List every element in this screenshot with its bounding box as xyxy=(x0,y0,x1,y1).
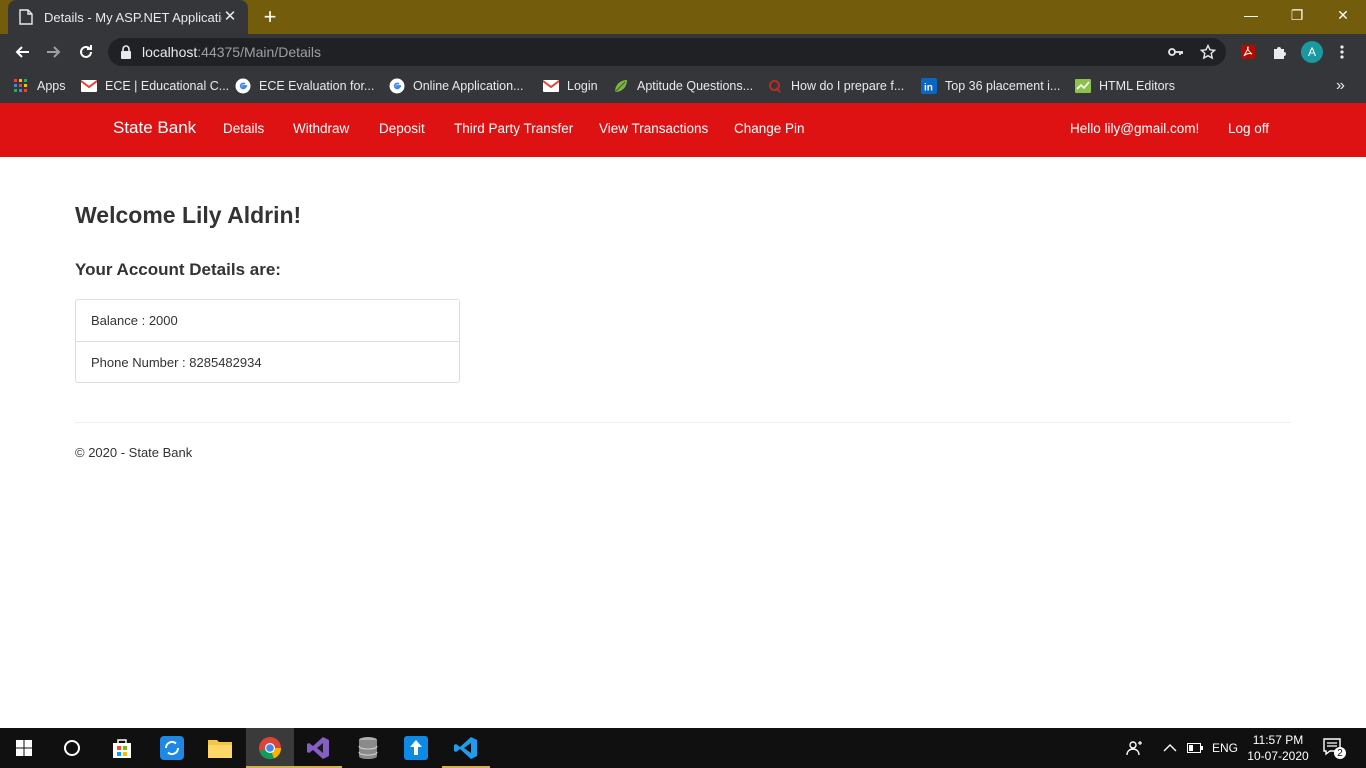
microsoft-store-icon[interactable] xyxy=(98,728,146,768)
bookmark-ece-evaluation[interactable]: ECE Evaluation for... xyxy=(235,76,374,96)
system-clock[interactable]: 11:57 PM 10-07-2020 xyxy=(1246,732,1310,764)
gmail-icon xyxy=(543,78,559,94)
bookmark-label: ECE | Educational C... xyxy=(105,79,230,93)
notification-center-icon[interactable]: 2 xyxy=(1322,728,1346,768)
sync-app-icon[interactable] xyxy=(148,728,196,768)
pdf-extension-icon[interactable] xyxy=(1238,42,1258,62)
browser-tab[interactable]: Details - My ASP.NET Application ✕ xyxy=(8,0,248,34)
balance-item: Balance : 2000 xyxy=(91,313,178,328)
phone-number-item: Phone Number : 8285482934 xyxy=(76,341,459,382)
bookmark-online-application[interactable]: Online Application... xyxy=(389,76,524,96)
maximize-button[interactable]: ❐ xyxy=(1274,0,1320,30)
bookmark-label: Login xyxy=(567,79,598,93)
chart-icon xyxy=(1075,78,1091,94)
database-icon[interactable] xyxy=(344,728,392,768)
forward-icon[interactable] xyxy=(42,40,66,64)
key-icon[interactable] xyxy=(1166,42,1186,62)
window-close-button[interactable]: ✕ xyxy=(1320,0,1366,30)
visual-studio-icon[interactable] xyxy=(294,728,342,768)
bookmark-ece-educational[interactable]: ECE | Educational C... xyxy=(81,76,229,96)
people-icon[interactable] xyxy=(1126,728,1144,768)
battery-icon[interactable] xyxy=(1187,728,1203,768)
brand-link[interactable]: State Bank xyxy=(113,118,196,138)
apps-grid-icon xyxy=(13,78,29,94)
language-indicator[interactable]: ENG xyxy=(1212,728,1238,768)
bookmark-apps[interactable]: Apps xyxy=(13,76,66,96)
nav-link-details[interactable]: Details xyxy=(223,121,264,136)
profile-avatar[interactable]: A xyxy=(1301,41,1323,63)
page-icon xyxy=(18,9,34,25)
bookmark-label: Online Application... xyxy=(413,79,524,93)
google-icon xyxy=(235,78,251,94)
welcome-heading: Welcome Lily Aldrin! xyxy=(75,202,302,228)
bookmark-star-icon[interactable] xyxy=(1198,42,1218,62)
footer-divider xyxy=(75,422,1291,423)
reload-icon[interactable] xyxy=(74,40,98,64)
nav-link-deposit[interactable]: Deposit xyxy=(379,121,425,136)
bookmark-label: Top 36 placement i... xyxy=(945,79,1061,93)
bookmark-how-do-i-prepare[interactable]: How do I prepare f... xyxy=(767,76,904,96)
notification-count-badge: 2 xyxy=(1337,748,1343,759)
nav-link-view-transactions[interactable]: View Transactions xyxy=(599,121,708,136)
account-details-heading: Your Account Details are: xyxy=(75,260,281,279)
svg-text:in: in xyxy=(924,83,933,94)
nav-link-change-pin[interactable]: Change Pin xyxy=(734,121,805,136)
chevron-up-icon[interactable] xyxy=(1163,728,1177,768)
clock-time: 11:57 PM xyxy=(1252,733,1304,747)
bookmark-top-36-placement[interactable]: in Top 36 placement i... xyxy=(921,76,1060,96)
nav-link-third-party-transfer[interactable]: Third Party Transfer xyxy=(454,121,573,136)
upload-app-icon[interactable] xyxy=(392,728,440,768)
windows-start-icon[interactable] xyxy=(0,728,48,768)
back-icon[interactable] xyxy=(10,40,34,64)
file-explorer-icon[interactable] xyxy=(196,728,244,768)
chrome-menu-icon[interactable] xyxy=(1332,42,1352,62)
minimize-button[interactable]: — xyxy=(1228,0,1274,30)
bookmark-label: ECE Evaluation for... xyxy=(259,79,375,93)
browser-toolbar: localhost:44375/Main/Details xyxy=(0,34,1366,70)
more-bookmarks-icon[interactable]: » xyxy=(1336,76,1345,96)
lock-icon xyxy=(120,45,132,59)
tab-title: Details - My ASP.NET Application xyxy=(44,9,222,25)
footer-copyright: © 2020 - State Bank xyxy=(75,445,193,460)
url-path: :44375/Main/Details xyxy=(197,44,322,60)
user-greeting-link[interactable]: Hello lily@gmail.com! xyxy=(1070,121,1199,136)
chrome-taskbar-icon[interactable] xyxy=(246,728,294,768)
linkedin-icon: in xyxy=(921,78,937,94)
bookmark-html-editors[interactable]: HTML Editors xyxy=(1075,76,1175,96)
nav-link-withdraw[interactable]: Withdraw xyxy=(293,121,349,136)
browser-tab-strip: Details - My ASP.NET Application ✕ + — ❐… xyxy=(0,0,1366,34)
bookmark-label: Aptitude Questions... xyxy=(637,79,754,93)
log-off-link[interactable]: Log off xyxy=(1228,121,1269,136)
vscode-icon[interactable] xyxy=(442,728,490,768)
account-details-list: Balance : 2000 Phone Number : 8285482934 xyxy=(75,299,460,383)
quora-icon xyxy=(767,78,783,94)
bookmark-label: How do I prepare f... xyxy=(791,79,905,93)
leaf-icon xyxy=(613,78,629,94)
address-bar[interactable]: localhost:44375/Main/Details xyxy=(108,38,1226,66)
bookmark-label: Apps xyxy=(37,79,66,93)
site-navbar: State Bank Details Withdraw Deposit Thir… xyxy=(0,103,1366,157)
new-tab-button[interactable]: + xyxy=(258,5,282,29)
bookmarks-bar: Apps ECE | Educational C... ECE Evaluati… xyxy=(0,70,1366,103)
gmail-icon xyxy=(81,78,97,94)
windows-taskbar: ENG 11:57 PM 10-07-2020 2 xyxy=(0,728,1366,768)
url-host: localhost xyxy=(142,44,198,60)
bookmark-label: HTML Editors xyxy=(1099,79,1175,93)
clock-date: 10-07-2020 xyxy=(1247,749,1309,763)
close-tab-icon[interactable]: ✕ xyxy=(222,9,238,25)
search-cortana-icon[interactable] xyxy=(48,728,96,768)
bookmark-login[interactable]: Login xyxy=(543,76,598,96)
google-icon xyxy=(389,78,405,94)
extensions-puzzle-icon[interactable] xyxy=(1270,42,1290,62)
bookmark-aptitude-questions[interactable]: Aptitude Questions... xyxy=(613,76,753,96)
